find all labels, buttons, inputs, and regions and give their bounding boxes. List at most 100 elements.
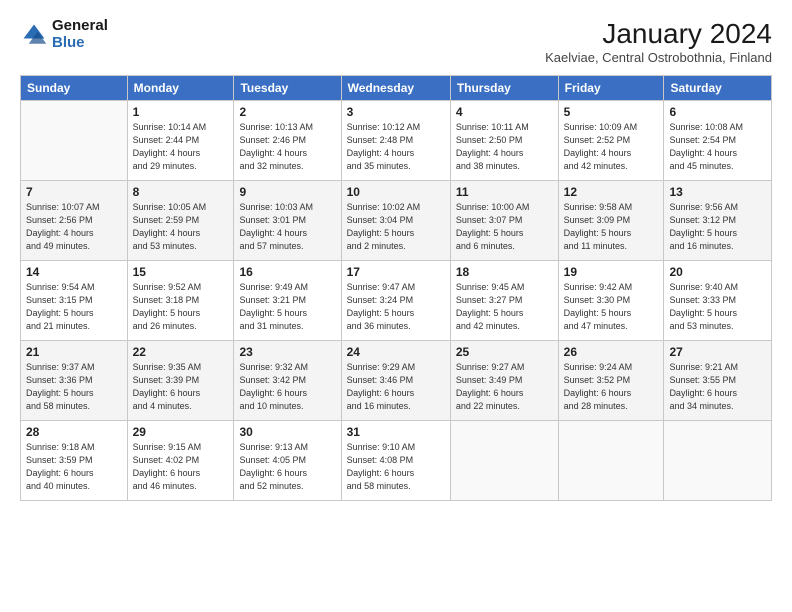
col-header-sunday: Sunday xyxy=(21,76,128,101)
day-number: 29 xyxy=(133,425,229,439)
day-info: Sunrise: 9:58 AM Sunset: 3:09 PM Dayligh… xyxy=(564,201,659,253)
day-number: 23 xyxy=(239,345,335,359)
table-row: 31 Sunrise: 9:10 AM Sunset: 4:08 PM Dayli… xyxy=(341,421,450,501)
day-number: 30 xyxy=(239,425,335,439)
day-info: Sunrise: 9:10 AM Sunset: 4:08 PM Dayligh… xyxy=(347,441,445,493)
col-header-monday: Monday xyxy=(127,76,234,101)
day-info: Sunrise: 9:54 AM Sunset: 3:15 PM Dayligh… xyxy=(26,281,122,333)
day-number: 2 xyxy=(239,105,335,119)
col-header-thursday: Thursday xyxy=(450,76,558,101)
table-row xyxy=(21,101,128,181)
day-info: Sunrise: 10:00 AM Sunset: 3:07 PM Daylig… xyxy=(456,201,553,253)
table-row: 19Sunrise: 9:42 AM Sunset: 3:30 PM Dayli… xyxy=(558,261,664,341)
table-row: 26Sunrise: 9:24 AM Sunset: 3:52 PM Dayli… xyxy=(558,341,664,421)
day-info: Sunrise: 9:18 AM Sunset: 3:59 PM Dayligh… xyxy=(26,441,122,493)
day-info: Sunrise: 9:52 AM Sunset: 3:18 PM Dayligh… xyxy=(133,281,229,333)
day-number: 22 xyxy=(133,345,229,359)
day-number: 28 xyxy=(26,425,122,439)
day-number: 20 xyxy=(669,265,766,279)
day-info: Sunrise: 9:24 AM Sunset: 3:52 PM Dayligh… xyxy=(564,361,659,413)
day-info: Sunrise: 9:15 AM Sunset: 4:02 PM Dayligh… xyxy=(133,441,229,493)
col-header-tuesday: Tuesday xyxy=(234,76,341,101)
table-row: 29 Sunrise: 9:15 AM Sunset: 4:02 PM Dayli… xyxy=(127,421,234,501)
day-info: Sunrise: 9:13 AM Sunset: 4:05 PM Dayligh… xyxy=(239,441,335,493)
day-info: Sunrise: 9:56 AM Sunset: 3:12 PM Dayligh… xyxy=(669,201,766,253)
day-number: 4 xyxy=(456,105,553,119)
subtitle: Kaelviae, Central Ostrobothnia, Finland xyxy=(545,50,772,65)
day-number: 16 xyxy=(239,265,335,279)
day-info: Sunrise: 9:37 AM Sunset: 3:36 PM Dayligh… xyxy=(26,361,122,413)
header: General Blue January 2024 Kaelviae, Cent… xyxy=(20,18,772,65)
table-row: 16 Sunrise: 9:49 AM Sunset: 3:21 PM Dayli… xyxy=(234,261,341,341)
day-info: Sunrise: 10:12 AM Sunset: 2:48 PM Daylig… xyxy=(347,121,445,173)
day-info: Sunrise: 9:47 AM Sunset: 3:24 PM Dayligh… xyxy=(347,281,445,333)
table-row: 18Sunrise: 9:45 AM Sunset: 3:27 PM Dayli… xyxy=(450,261,558,341)
day-number: 1 xyxy=(133,105,229,119)
main-title: January 2024 xyxy=(545,18,772,50)
day-number: 15 xyxy=(133,265,229,279)
table-row: 17 Sunrise: 9:47 AM Sunset: 3:24 PM Dayli… xyxy=(341,261,450,341)
table-row: 27Sunrise: 9:21 AM Sunset: 3:55 PM Dayli… xyxy=(664,341,772,421)
table-row: 14 Sunrise: 9:54 AM Sunset: 3:15 PM Dayli… xyxy=(21,261,128,341)
table-row: 21Sunrise: 9:37 AM Sunset: 3:36 PM Dayli… xyxy=(21,341,128,421)
day-info: Sunrise: 10:05 AM Sunset: 2:59 PM Daylig… xyxy=(133,201,229,253)
table-row: 5 Sunrise: 10:09 AM Sunset: 2:52 PM Dayli… xyxy=(558,101,664,181)
table-row: 13 Sunrise: 9:56 AM Sunset: 3:12 PM Dayli… xyxy=(664,181,772,261)
table-row xyxy=(450,421,558,501)
day-info: Sunrise: 10:09 AM Sunset: 2:52 PM Daylig… xyxy=(564,121,659,173)
calendar-week-row: 7 Sunrise: 10:07 AM Sunset: 2:56 PM Dayli… xyxy=(21,181,772,261)
calendar-week-row: 21Sunrise: 9:37 AM Sunset: 3:36 PM Dayli… xyxy=(21,341,772,421)
day-info: Sunrise: 10:07 AM Sunset: 2:56 PM Daylig… xyxy=(26,201,122,253)
table-row xyxy=(558,421,664,501)
day-info: Sunrise: 9:40 AM Sunset: 3:33 PM Dayligh… xyxy=(669,281,766,333)
day-number: 14 xyxy=(26,265,122,279)
day-info: Sunrise: 10:08 AM Sunset: 2:54 PM Daylig… xyxy=(669,121,766,173)
table-row: 24Sunrise: 9:29 AM Sunset: 3:46 PM Dayli… xyxy=(341,341,450,421)
table-row: 9Sunrise: 10:03 AM Sunset: 3:01 PM Dayli… xyxy=(234,181,341,261)
logo-icon xyxy=(20,21,48,49)
day-number: 17 xyxy=(347,265,445,279)
day-info: Sunrise: 10:13 AM Sunset: 2:46 PM Daylig… xyxy=(239,121,335,173)
calendar: Sunday Monday Tuesday Wednesday Thursday… xyxy=(20,75,772,501)
day-info: Sunrise: 9:32 AM Sunset: 3:42 PM Dayligh… xyxy=(239,361,335,413)
day-info: Sunrise: 10:14 AM Sunset: 2:44 PM Daylig… xyxy=(133,121,229,173)
logo-text: General Blue xyxy=(52,18,108,51)
day-number: 13 xyxy=(669,185,766,199)
day-info: Sunrise: 9:35 AM Sunset: 3:39 PM Dayligh… xyxy=(133,361,229,413)
table-row: 22 Sunrise: 9:35 AM Sunset: 3:39 PM Dayli… xyxy=(127,341,234,421)
day-number: 7 xyxy=(26,185,122,199)
day-number: 11 xyxy=(456,185,553,199)
day-number: 31 xyxy=(347,425,445,439)
table-row: 2 Sunrise: 10:13 AM Sunset: 2:46 PM Dayli… xyxy=(234,101,341,181)
logo-general: General xyxy=(52,18,108,35)
day-number: 10 xyxy=(347,185,445,199)
table-row: 10Sunrise: 10:02 AM Sunset: 3:04 PM Dayl… xyxy=(341,181,450,261)
logo-blue: Blue xyxy=(52,35,108,52)
col-header-friday: Friday xyxy=(558,76,664,101)
day-number: 5 xyxy=(564,105,659,119)
table-row: 25 Sunrise: 9:27 AM Sunset: 3:49 PM Dayli… xyxy=(450,341,558,421)
day-number: 24 xyxy=(347,345,445,359)
table-row: 1 Sunrise: 10:14 AM Sunset: 2:44 PM Dayli… xyxy=(127,101,234,181)
calendar-week-row: 14 Sunrise: 9:54 AM Sunset: 3:15 PM Dayli… xyxy=(21,261,772,341)
day-number: 6 xyxy=(669,105,766,119)
title-block: January 2024 Kaelviae, Central Ostroboth… xyxy=(545,18,772,65)
day-number: 8 xyxy=(133,185,229,199)
table-row: 12Sunrise: 9:58 AM Sunset: 3:09 PM Dayli… xyxy=(558,181,664,261)
day-number: 25 xyxy=(456,345,553,359)
col-header-saturday: Saturday xyxy=(664,76,772,101)
table-row xyxy=(664,421,772,501)
day-number: 27 xyxy=(669,345,766,359)
table-row: 15 Sunrise: 9:52 AM Sunset: 3:18 PM Dayli… xyxy=(127,261,234,341)
day-info: Sunrise: 9:49 AM Sunset: 3:21 PM Dayligh… xyxy=(239,281,335,333)
table-row: 28 Sunrise: 9:18 AM Sunset: 3:59 PM Dayli… xyxy=(21,421,128,501)
table-row: 3 Sunrise: 10:12 AM Sunset: 2:48 PM Dayli… xyxy=(341,101,450,181)
day-info: Sunrise: 9:27 AM Sunset: 3:49 PM Dayligh… xyxy=(456,361,553,413)
day-number: 3 xyxy=(347,105,445,119)
table-row: 23 Sunrise: 9:32 AM Sunset: 3:42 PM Dayli… xyxy=(234,341,341,421)
logo: General Blue xyxy=(20,18,108,51)
calendar-week-row: 1 Sunrise: 10:14 AM Sunset: 2:44 PM Dayli… xyxy=(21,101,772,181)
table-row: 6 Sunrise: 10:08 AM Sunset: 2:54 PM Dayli… xyxy=(664,101,772,181)
col-header-wednesday: Wednesday xyxy=(341,76,450,101)
table-row: 11 Sunrise: 10:00 AM Sunset: 3:07 PM Dayl… xyxy=(450,181,558,261)
